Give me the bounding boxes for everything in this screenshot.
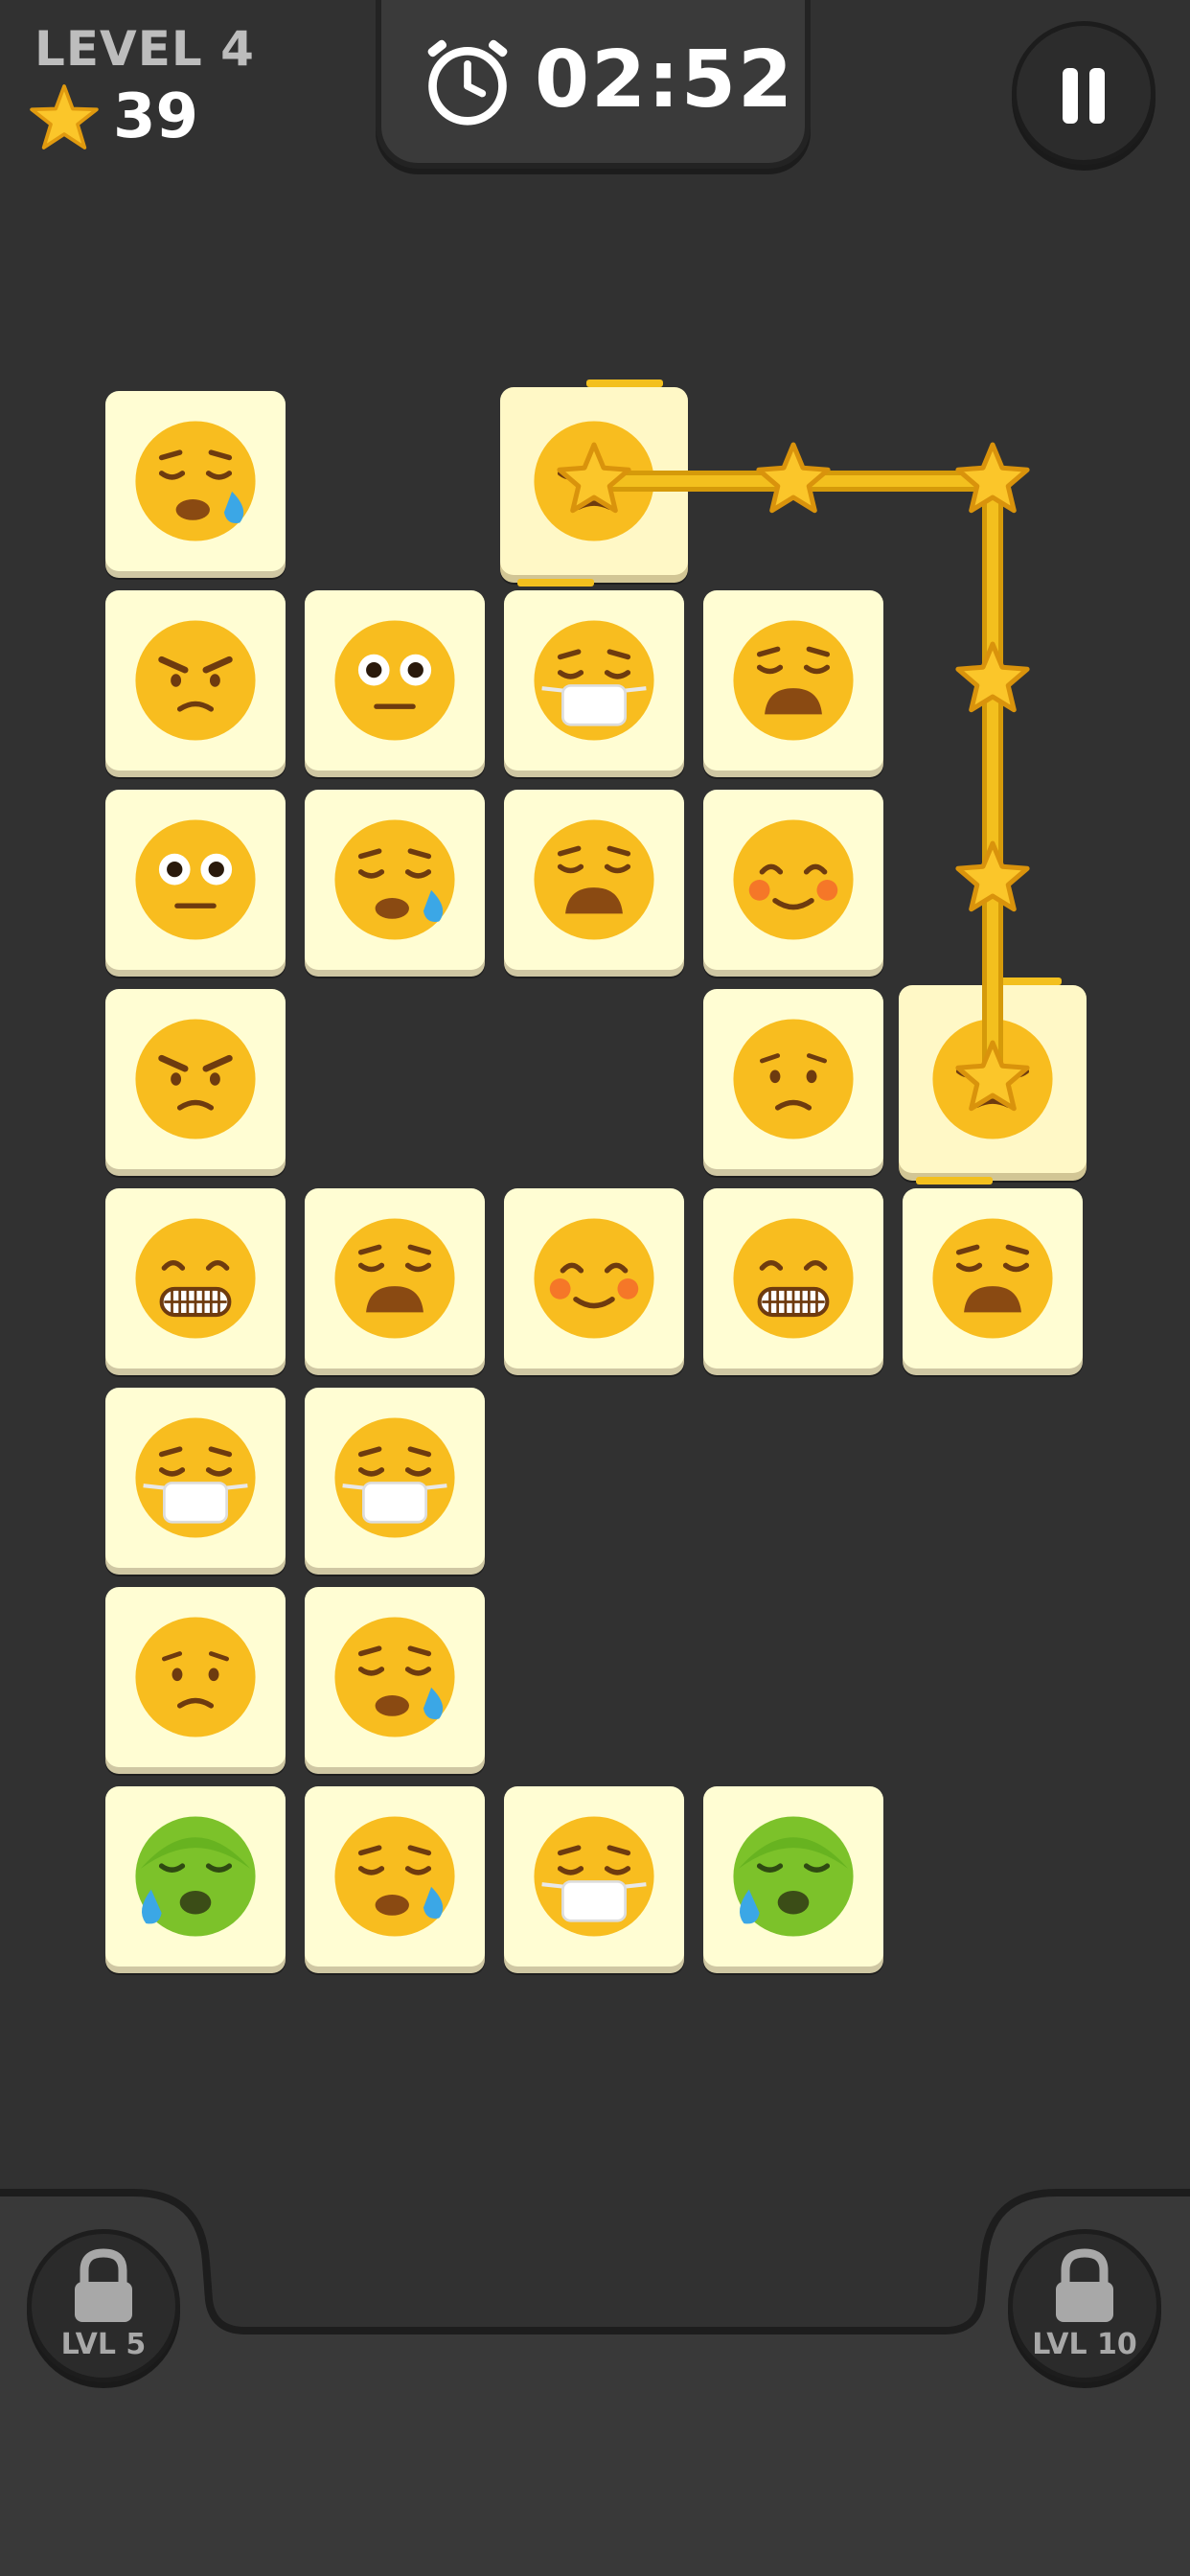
- selection-highlight: [916, 1177, 993, 1184]
- timer-text: 02:52: [535, 34, 795, 126]
- tile-weary[interactable]: [703, 590, 883, 770]
- locked-level-10-button[interactable]: LVL 10: [1008, 2229, 1161, 2382]
- path-star-icon: [955, 442, 1030, 514]
- grimace-emoji-icon: [733, 1218, 854, 1339]
- lock-level-label: LVL 5: [60, 2328, 147, 2361]
- tile-weary[interactable]: [903, 1188, 1083, 1368]
- tile-grimace[interactable]: [703, 1188, 883, 1368]
- tile-flushed[interactable]: [105, 790, 286, 970]
- tile-sweat[interactable]: [305, 790, 485, 970]
- worried-emoji-icon: [733, 1019, 854, 1139]
- locked-level-5-button[interactable]: LVL 5: [27, 2229, 180, 2382]
- tile-blush[interactable]: [504, 1188, 684, 1368]
- tile-weary[interactable]: [504, 790, 684, 970]
- lock-icon: [75, 2248, 132, 2322]
- sweat-emoji-icon: [334, 1617, 455, 1737]
- grimace-emoji-icon: [135, 1218, 256, 1339]
- stars-count: 39: [113, 81, 199, 152]
- tile-mask[interactable]: [504, 590, 684, 770]
- mask-emoji-icon: [534, 620, 654, 741]
- sick-emoji-icon: [733, 1816, 854, 1937]
- sweat-emoji-icon: [135, 421, 256, 541]
- blush-emoji-icon: [733, 819, 854, 940]
- selection-highlight: [517, 579, 594, 586]
- path-star-icon: [955, 840, 1030, 912]
- level-label: LEVEL 4: [34, 21, 255, 77]
- tile-sweat[interactable]: [105, 391, 286, 571]
- sweat-emoji-icon: [334, 819, 455, 940]
- tile-sleepy[interactable]: [500, 380, 688, 586]
- sleepy-emoji-icon: [932, 1019, 1053, 1139]
- mask-emoji-icon: [334, 1417, 455, 1538]
- tile-angry[interactable]: [105, 989, 286, 1169]
- tile-sweat[interactable]: [305, 1587, 485, 1767]
- weary-emoji-icon: [733, 620, 854, 741]
- star-counter: 39: [29, 80, 198, 153]
- tile-sleepy[interactable]: [899, 978, 1087, 1184]
- lock-icon: [1056, 2248, 1113, 2322]
- star-icon: [30, 84, 99, 150]
- pause-button[interactable]: [1012, 21, 1156, 165]
- mask-emoji-icon: [135, 1417, 256, 1538]
- weary-emoji-icon: [334, 1218, 455, 1339]
- mask-emoji-icon: [534, 1816, 654, 1937]
- tile-sick[interactable]: [105, 1786, 286, 1966]
- path-star-icon: [756, 442, 831, 514]
- tile-sick[interactable]: [703, 1786, 883, 1966]
- tile-blush[interactable]: [703, 790, 883, 970]
- sleepy-emoji-icon: [534, 421, 654, 541]
- sick-emoji-icon: [135, 1816, 256, 1937]
- tile-angry[interactable]: [105, 590, 286, 770]
- tile-flushed[interactable]: [305, 590, 485, 770]
- tile-mask[interactable]: [305, 1388, 485, 1568]
- angry-emoji-icon: [135, 620, 256, 741]
- selection-highlight: [985, 978, 1062, 985]
- weary-emoji-icon: [932, 1218, 1053, 1339]
- tile-grimace[interactable]: [105, 1188, 286, 1368]
- tile-mask[interactable]: [105, 1388, 286, 1568]
- stopwatch-icon: [427, 39, 508, 126]
- sweat-emoji-icon: [334, 1816, 455, 1937]
- tile-worried[interactable]: [703, 989, 883, 1169]
- bottom-panel: [0, 2189, 1190, 2576]
- lock-level-label: LVL 10: [1032, 2328, 1137, 2361]
- flushed-emoji-icon: [334, 620, 455, 741]
- tile-sweat[interactable]: [305, 1786, 485, 1966]
- weary-emoji-icon: [534, 819, 654, 940]
- tile-weary[interactable]: [305, 1188, 485, 1368]
- angry-emoji-icon: [135, 1019, 256, 1139]
- path-star-icon: [955, 641, 1030, 713]
- tile-mask[interactable]: [504, 1786, 684, 1966]
- tile-worried[interactable]: [105, 1587, 286, 1767]
- flushed-emoji-icon: [135, 819, 256, 940]
- worried-emoji-icon: [135, 1617, 256, 1737]
- blush-emoji-icon: [534, 1218, 654, 1339]
- selection-highlight: [586, 380, 663, 387]
